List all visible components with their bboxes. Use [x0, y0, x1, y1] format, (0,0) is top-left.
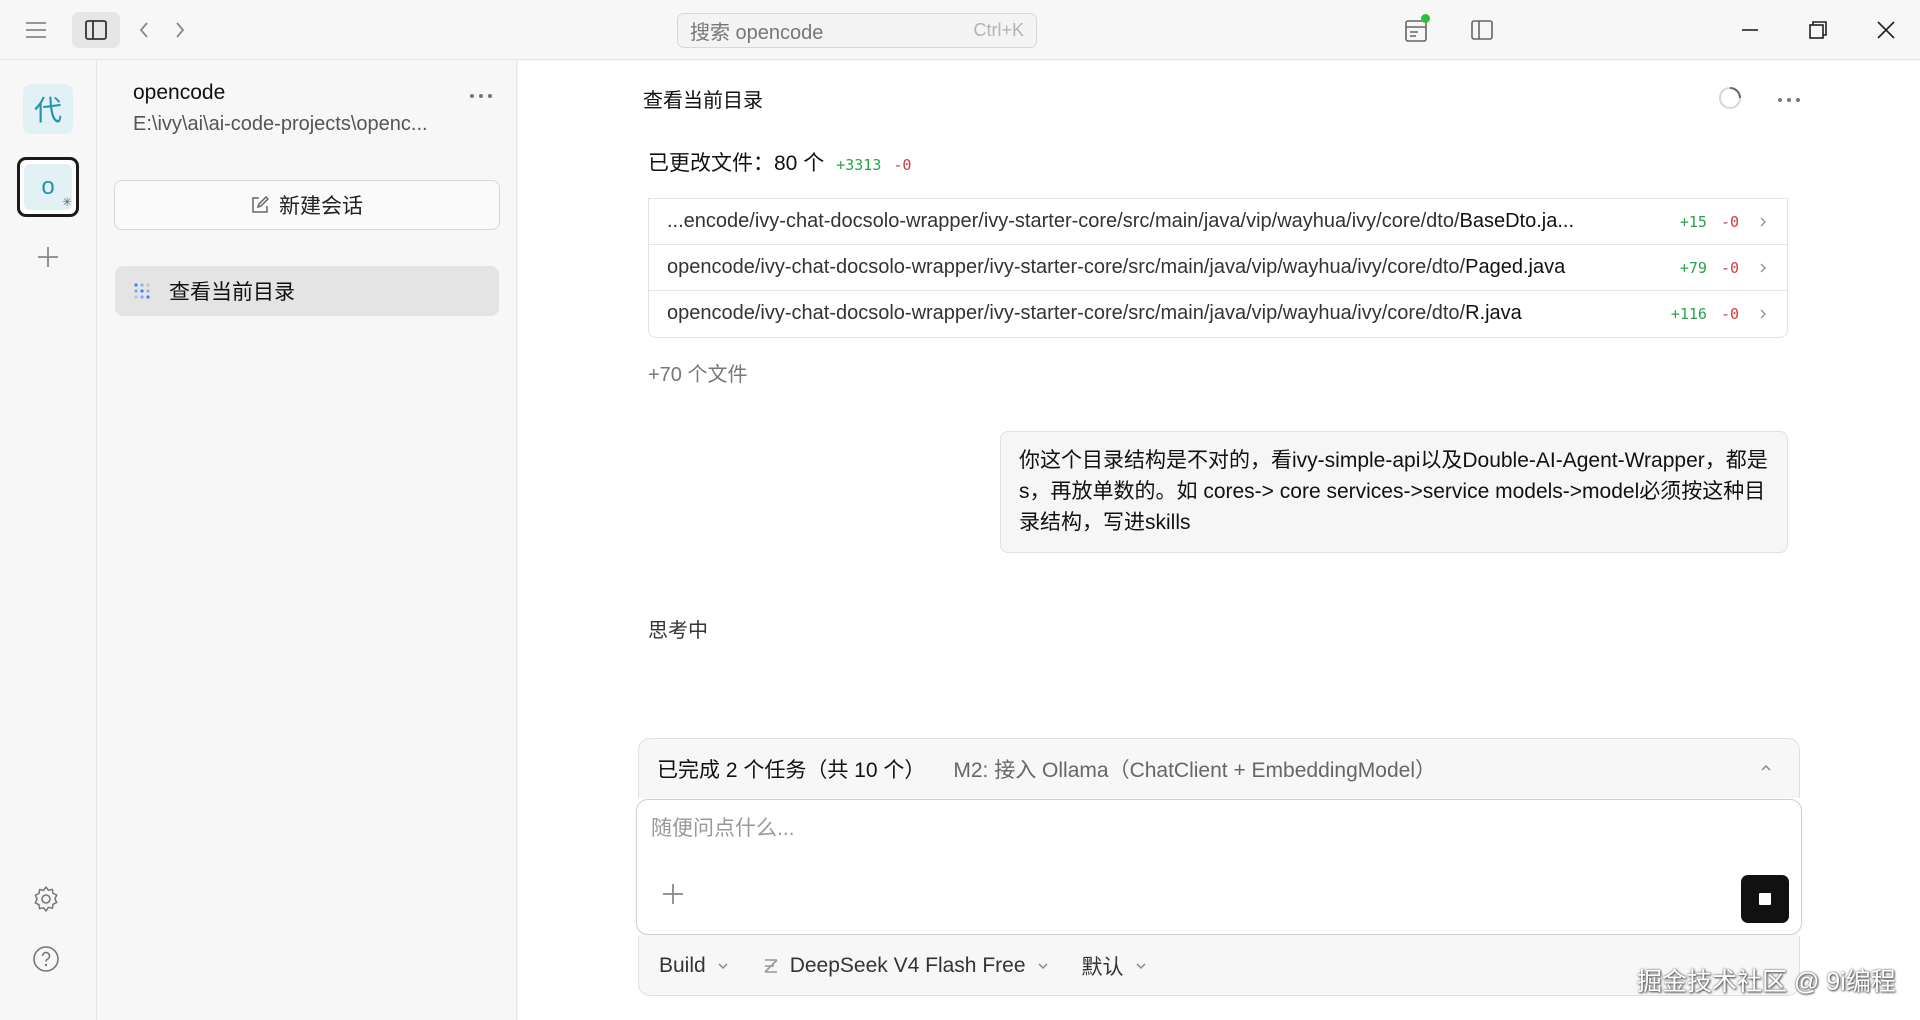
- file-deletions: -0: [1720, 212, 1739, 231]
- menu-icon[interactable]: [20, 15, 52, 45]
- file-stats: +116 -0: [1671, 304, 1789, 324]
- file-path: opencode/ivy-chat-docsolo-wrapper/ivy-st…: [667, 256, 1566, 278]
- project-avatar-b[interactable]: o ✳: [17, 157, 79, 217]
- toggle-panel-icon[interactable]: [1466, 14, 1498, 46]
- loading-spinner-icon: [1716, 84, 1748, 116]
- changed-files-list: ...encode/ivy-chat-docsolo-wrapper/ivy-s…: [648, 198, 1789, 338]
- attach-plus-icon[interactable]: [659, 880, 691, 912]
- chevron-up-icon[interactable]: [1755, 757, 1777, 779]
- chevron-down-icon: [1036, 959, 1050, 973]
- session-more-icon[interactable]: [1771, 84, 1807, 116]
- task-progress-bar[interactable]: 已完成 2 个任务（共 10 个） M2: 接入 Ollama（ChatClie…: [638, 738, 1800, 798]
- project-name: opencode: [133, 81, 226, 104]
- file-path: opencode/ivy-chat-docsolo-wrapper/ivy-st…: [667, 302, 1522, 324]
- file-name: R.java: [1465, 302, 1522, 324]
- chevron-right-icon: [1753, 212, 1773, 232]
- search-shortcut: Ctrl+K: [973, 20, 1024, 40]
- search-placeholder: 搜索 opencode: [690, 22, 824, 44]
- project-activity-icon: ✳: [61, 195, 72, 209]
- agent-selector[interactable]: Build: [659, 954, 730, 978]
- variant-label: 默认: [1081, 955, 1124, 979]
- file-row[interactable]: opencode/ivy-chat-docsolo-wrapper/ivy-st…: [649, 244, 1789, 290]
- session-title: 查看当前目录: [169, 281, 295, 304]
- status-dot: [1421, 14, 1430, 23]
- back-icon[interactable]: [130, 14, 158, 46]
- toggle-sidebar-icon[interactable]: [72, 12, 120, 48]
- file-stats: +15 -0: [1680, 212, 1789, 232]
- project-rail: 代 o ✳: [0, 61, 97, 1020]
- file-deletions: -0: [1720, 304, 1739, 323]
- file-path: ...encode/ivy-chat-docsolo-wrapper/ivy-s…: [667, 210, 1575, 232]
- minimize-icon[interactable]: [1730, 14, 1770, 46]
- file-additions: +79: [1679, 258, 1707, 277]
- project-avatar-a[interactable]: 代: [23, 84, 73, 134]
- model-selector[interactable]: DeepSeek V4 Flash Free: [762, 954, 1050, 978]
- model-label: DeepSeek V4 Flash Free: [789, 953, 1026, 977]
- settings-icon[interactable]: [32, 885, 64, 917]
- file-deletions: -0: [1720, 258, 1739, 277]
- chat-main: 查看当前目录 已更改文件：80 个 +3313 -0 ...encode/ivy…: [518, 61, 1920, 1020]
- project-avatar-b-glyph: o: [41, 173, 55, 200]
- current-task: M2: 接入 Ollama（ChatClient + EmbeddingMode…: [953, 758, 1436, 782]
- review-icon[interactable]: [1400, 14, 1432, 46]
- changed-deletions: -0: [893, 156, 912, 174]
- new-session-label: 新建会话: [279, 195, 363, 218]
- close-icon[interactable]: [1866, 14, 1906, 46]
- watermark: 掘金技术社区 @ 9i编程: [1637, 968, 1896, 996]
- sessions-sidebar: opencode E:\ivy\ai\ai-code-projects\open…: [98, 61, 517, 1020]
- project-path: E:\ivy\ai\ai-code-projects\openc...: [133, 113, 428, 135]
- file-additions: +116: [1670, 304, 1707, 323]
- file-additions: +15: [1679, 212, 1707, 231]
- changed-files-label: 已更改文件：80 个: [648, 152, 825, 175]
- session-loading-icon: [133, 282, 151, 300]
- session-item[interactable]: 查看当前目录: [115, 266, 499, 316]
- user-message: 你这个目录结构是不对的，看ivy-simple-api以及Double-AI-A…: [1000, 431, 1788, 553]
- forward-icon[interactable]: [166, 14, 194, 46]
- edit-icon: [251, 196, 269, 214]
- variant-selector[interactable]: 默认: [1082, 951, 1148, 981]
- add-project-icon[interactable]: [32, 241, 64, 273]
- file-row[interactable]: ...encode/ivy-chat-docsolo-wrapper/ivy-s…: [649, 198, 1789, 244]
- restore-icon[interactable]: [1798, 14, 1838, 46]
- agent-label: Build: [659, 953, 706, 977]
- title-bar: 搜索 opencode Ctrl+K: [0, 0, 1920, 60]
- chevron-right-icon: [1753, 304, 1773, 324]
- more-files-link[interactable]: +70 个文件: [648, 358, 747, 387]
- project-avatar-a-glyph: 代: [33, 94, 62, 127]
- thinking-status: 思考中: [648, 620, 708, 642]
- changed-additions: +3313: [836, 156, 882, 174]
- composer: [636, 799, 1802, 935]
- file-row[interactable]: opencode/ivy-chat-docsolo-wrapper/ivy-st…: [649, 290, 1789, 336]
- chevron-right-icon: [1753, 258, 1773, 278]
- tasks-done-label: 已完成 2 个任务（共 10 个）: [657, 758, 926, 782]
- changed-files-summary: 已更改文件：80 个 +3313 -0: [648, 147, 911, 177]
- new-session-button[interactable]: 新建会话: [114, 180, 500, 230]
- chevron-down-icon: [716, 959, 730, 973]
- chevron-down-icon: [1134, 959, 1148, 973]
- search-input[interactable]: 搜索 opencode Ctrl+K: [677, 13, 1037, 48]
- stop-button[interactable]: [1741, 875, 1789, 923]
- project-more-icon[interactable]: [464, 81, 498, 111]
- help-icon[interactable]: [32, 945, 64, 977]
- file-name: BaseDto.ja...: [1459, 210, 1575, 232]
- file-stats: +79 -0: [1680, 258, 1789, 278]
- stop-icon: [1759, 893, 1771, 905]
- prompt-input[interactable]: [651, 812, 1751, 856]
- session-header-title: 查看当前目录: [643, 90, 763, 112]
- file-name: Paged.java: [1465, 256, 1566, 278]
- model-provider-icon: [762, 957, 780, 975]
- composer-options: Build DeepSeek V4 Flash Free 默认: [638, 936, 1800, 996]
